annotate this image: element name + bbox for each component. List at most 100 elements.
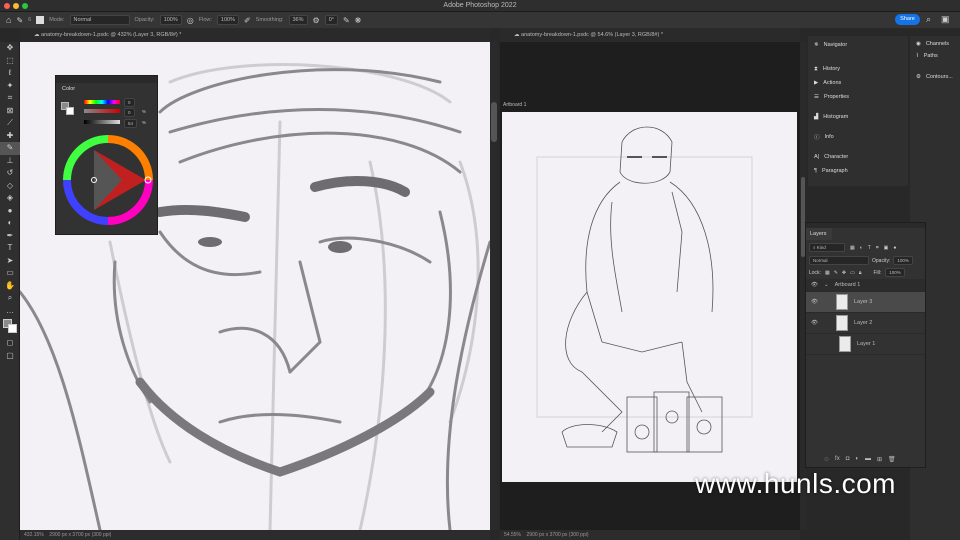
brightness-slider[interactable]: [84, 120, 120, 124]
chevron-down-icon[interactable]: ⌄: [824, 282, 829, 288]
new-group-icon[interactable]: ▬: [865, 456, 871, 463]
filter-type-icon[interactable]: T: [868, 245, 871, 251]
mode-select[interactable]: Normal: [69, 15, 130, 25]
more-tools-icon[interactable]: …: [0, 305, 20, 318]
lock-artboard-icon[interactable]: ▭: [850, 270, 855, 276]
zoom-level[interactable]: 54.55%: [504, 532, 521, 538]
new-layer-icon[interactable]: ⊞: [877, 456, 882, 463]
blur-tool-icon[interactable]: ●: [0, 205, 20, 218]
history-brush-icon[interactable]: ↺: [0, 167, 20, 180]
crop-tool-icon[interactable]: ⌗: [0, 92, 20, 105]
hue-value[interactable]: 0: [124, 98, 135, 107]
panel-paths[interactable]: ⌇ Paths: [910, 50, 960, 62]
brush-tool-icon[interactable]: ✎: [0, 142, 20, 155]
filter-adjustment-icon[interactable]: ◐: [860, 245, 863, 251]
vertical-scrollbar-left[interactable]: [490, 42, 498, 530]
panel-channels[interactable]: ◉ Channels: [910, 38, 960, 50]
layer-filter-select[interactable]: ⌕ Kind: [809, 243, 845, 252]
marquee-tool-icon[interactable]: ⬚: [0, 55, 20, 68]
flow-field[interactable]: 100%: [216, 15, 239, 25]
delete-layer-icon[interactable]: 🗑︎: [888, 456, 896, 463]
workspace-icon[interactable]: ▣: [941, 14, 950, 25]
hand-tool-icon[interactable]: ✋: [0, 280, 20, 293]
artboard[interactable]: [502, 112, 797, 482]
brightness-value[interactable]: 54: [124, 119, 138, 128]
lock-transparent-icon[interactable]: ▦: [825, 270, 830, 276]
filter-smart-icon[interactable]: ▣: [884, 245, 889, 251]
lock-position-icon[interactable]: ✥: [842, 270, 846, 276]
quick-mask-icon[interactable]: ◻: [0, 337, 20, 350]
artboard-label[interactable]: Artboard 1: [503, 102, 526, 108]
pressure-opacity-icon[interactable]: ◎: [187, 16, 194, 25]
panel-info[interactable]: ⓘ Info: [808, 130, 908, 144]
saturation-value[interactable]: 0: [124, 108, 135, 117]
path-select-tool-icon[interactable]: ➤: [0, 255, 20, 268]
brush-tool-icon[interactable]: ✎: [16, 16, 23, 25]
panel-history[interactable]: ⧗ History: [808, 62, 908, 76]
dodge-tool-icon[interactable]: ◐: [0, 217, 20, 230]
angle-field[interactable]: 0°: [324, 15, 338, 25]
filter-pixel-icon[interactable]: ▦: [850, 245, 855, 251]
background-color-swatch[interactable]: [66, 107, 74, 115]
layer-row-layer-1[interactable]: Layer 1: [806, 334, 925, 355]
symmetry-icon[interactable]: ❋: [355, 16, 362, 25]
visibility-eye-icon[interactable]: 👁︎: [811, 299, 818, 305]
saturation-slider[interactable]: [84, 109, 120, 113]
eyedropper-tool-icon[interactable]: ⟋: [0, 117, 20, 130]
layer-group-artboard[interactable]: 👁︎ ⌄ Artboard 1: [806, 279, 925, 292]
color-swatches-icon[interactable]: [0, 317, 20, 337]
gear-icon[interactable]: ⚙: [313, 16, 320, 25]
adjustment-layer-icon[interactable]: ◐: [855, 456, 859, 463]
panel-histogram[interactable]: ▟ Histogram: [808, 110, 908, 124]
panel-actions[interactable]: ▶ Actions: [808, 76, 908, 90]
zoom-tool-icon[interactable]: ⌕: [0, 292, 20, 305]
panel-navigator[interactable]: ✵ Navigator: [808, 38, 908, 52]
screen-mode-icon[interactable]: ▢: [0, 350, 20, 363]
move-tool-icon[interactable]: ✥: [0, 42, 20, 55]
lasso-tool-icon[interactable]: ℓ: [0, 67, 20, 80]
layer-row-layer-2[interactable]: 👁︎ Layer 2: [806, 313, 925, 334]
frame-tool-icon[interactable]: ⊠: [0, 105, 20, 118]
zoom-level[interactable]: 432.15%: [24, 532, 44, 538]
canvas-right[interactable]: Artboard 1: [500, 42, 800, 530]
quick-select-tool-icon[interactable]: ✦: [0, 80, 20, 93]
share-button[interactable]: Share: [895, 14, 920, 25]
lock-all-icon[interactable]: 🔒︎: [859, 270, 862, 276]
panel-character[interactable]: A| Character: [808, 150, 908, 164]
layer-opacity-field[interactable]: 100%: [893, 256, 913, 265]
layer-fill-field[interactable]: 100%: [885, 268, 905, 277]
filter-shape-icon[interactable]: ⌗: [876, 245, 879, 251]
layers-tab[interactable]: Layers: [806, 228, 832, 240]
airbrush-icon[interactable]: ✐: [244, 16, 251, 25]
home-icon[interactable]: ⌂: [6, 15, 11, 25]
panel-properties[interactable]: ☰ Properties: [808, 90, 908, 104]
panel-contours[interactable]: ⚙ Contours...: [910, 70, 960, 84]
smoothing-field[interactable]: 36%: [288, 15, 308, 25]
type-tool-icon[interactable]: T: [0, 242, 20, 255]
opacity-field[interactable]: 100%: [159, 15, 182, 25]
pressure-size-icon[interactable]: ✎: [343, 16, 350, 25]
brush-size[interactable]: 6: [28, 17, 31, 23]
shape-tool-icon[interactable]: ▭: [0, 267, 20, 280]
link-layers-icon[interactable]: ⊝: [824, 456, 829, 463]
filter-toggle-icon[interactable]: ●: [893, 245, 896, 251]
panel-paragraph[interactable]: ¶ Paragraph: [808, 164, 908, 178]
tab-document-2[interactable]: ☁ anatomy-breakdown-1.psdc @ 54.6% (Laye…: [500, 28, 800, 42]
stamp-tool-icon[interactable]: ⊥: [0, 155, 20, 168]
layer-row-layer-3[interactable]: 👁︎ Layer 3: [806, 292, 925, 313]
healing-tool-icon[interactable]: ✚: [0, 130, 20, 143]
visibility-eye-icon[interactable]: 👁︎: [811, 282, 818, 288]
bucket-tool-icon[interactable]: ◈: [0, 192, 20, 205]
fx-icon[interactable]: fx: [835, 456, 840, 463]
lock-pixels-icon[interactable]: ✎: [834, 270, 838, 276]
visibility-eye-icon[interactable]: 👁︎: [811, 320, 818, 326]
blend-mode-select[interactable]: Normal: [809, 256, 869, 265]
search-icon[interactable]: ⌕: [926, 14, 931, 25]
color-wheel[interactable]: [62, 134, 154, 226]
layer-mask-icon[interactable]: ◘: [846, 456, 850, 463]
tab-document-1[interactable]: ☁ anatomy-breakdown-1.psdc @ 432% (Layer…: [20, 28, 490, 42]
pen-tool-icon[interactable]: ✒: [0, 230, 20, 243]
hue-slider[interactable]: [84, 100, 120, 104]
brush-settings-icon[interactable]: [36, 16, 45, 24]
eraser-tool-icon[interactable]: ◇: [0, 180, 20, 193]
